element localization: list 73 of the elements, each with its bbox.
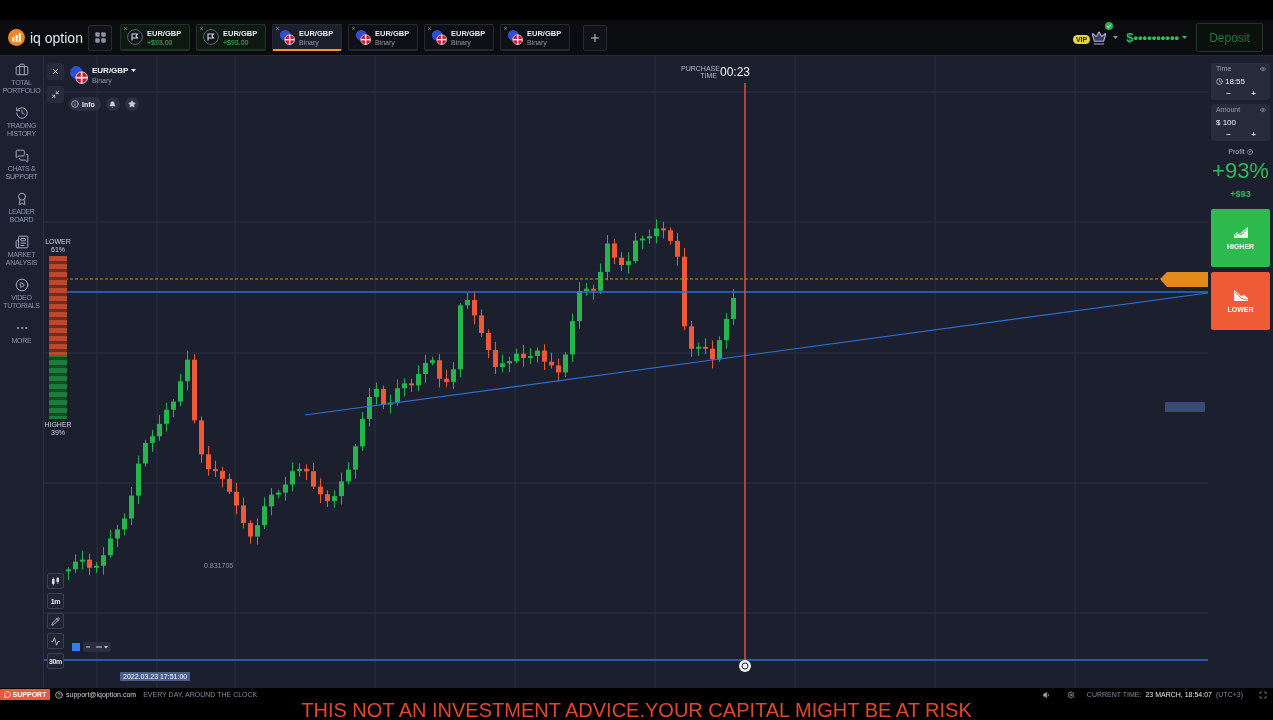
pencil-icon: [51, 616, 60, 626]
deposit-button[interactable]: Deposit: [1196, 23, 1263, 52]
close-icon[interactable]: [275, 26, 280, 31]
timer-icon: [739, 660, 751, 672]
assets-grid-button[interactable]: [88, 24, 112, 51]
candles-icon: [51, 576, 60, 586]
profit-amount: +$93: [1230, 189, 1251, 199]
history-icon: [14, 106, 29, 120]
play-icon: [14, 278, 29, 292]
chat-icon: [3, 691, 11, 698]
bell-icon: [109, 100, 117, 108]
clock-icon: [1216, 77, 1223, 85]
indicators-button[interactable]: [47, 633, 64, 649]
logo-text: iq option: [30, 29, 83, 46]
help-icon: [1246, 148, 1253, 155]
chart-type-button[interactable]: [47, 573, 64, 589]
currency-flags-icon: [431, 29, 447, 45]
favorite-button[interactable]: [124, 97, 139, 111]
chart-up-icon: [1233, 226, 1248, 238]
profit-percent: +93%: [1212, 159, 1269, 183]
briefcase-icon: [14, 63, 29, 77]
star-icon: [127, 100, 136, 108]
volume-icon[interactable]: [1042, 690, 1051, 699]
caret-icon: [131, 69, 137, 72]
increase-button[interactable]: +: [1248, 90, 1259, 98]
fullscreen-icon[interactable]: [1259, 690, 1267, 699]
color-swatch-icon[interactable]: [72, 643, 80, 651]
flag-icon: [127, 29, 143, 45]
increase-button[interactable]: +: [1248, 131, 1259, 139]
close-icon[interactable]: [123, 26, 128, 31]
caret-icon: [1182, 36, 1187, 39]
decrease-button[interactable]: −: [1223, 90, 1234, 98]
close-icon[interactable]: [351, 26, 356, 31]
chat-bubbles-icon: [14, 149, 29, 163]
disclaimer-text: THIS NOT AN INVESTMENT ADVICE.YOUR CAPITAL MIGHT BE AT RISK: [301, 701, 972, 720]
decrease-button[interactable]: −: [1223, 131, 1234, 139]
settings-icon[interactable]: [1066, 690, 1075, 699]
newspaper-icon: [14, 235, 29, 249]
eye-icon: [1260, 65, 1266, 72]
eye-icon: [1260, 106, 1266, 113]
currency-flags-icon: [279, 29, 295, 45]
alert-tag-icon: [1165, 402, 1205, 412]
close-icon[interactable]: [199, 26, 204, 31]
add-tab-button[interactable]: [583, 24, 607, 51]
close-icon: [51, 67, 60, 76]
plus-icon: [589, 31, 601, 44]
line-style-icon[interactable]: [83, 642, 111, 652]
wave-icon: [51, 636, 60, 646]
close-icon[interactable]: [427, 26, 432, 31]
balance-text[interactable]: $••••••••••: [1126, 30, 1179, 45]
currency-flags-icon: [69, 65, 88, 84]
grid-icon: [93, 31, 107, 44]
info-icon: [71, 100, 79, 108]
countdown-text: 00:23: [720, 65, 751, 80]
chart-down-icon: [1233, 289, 1248, 301]
help-icon: [55, 690, 63, 699]
collapse-icon: [51, 90, 60, 99]
field-value: 18:55: [1225, 76, 1246, 86]
crown-icon[interactable]: [1091, 29, 1108, 46]
alert-button[interactable]: [105, 97, 120, 111]
close-button[interactable]: [47, 63, 64, 80]
currency-flags-icon: [507, 29, 523, 45]
currency-flags-icon: [355, 29, 371, 45]
logo-icon: [8, 29, 25, 46]
flag-icon: [203, 29, 219, 45]
check-badge-icon: [1105, 21, 1114, 30]
caret-icon: [1113, 36, 1119, 39]
collapse-button[interactable]: [47, 86, 64, 103]
close-icon[interactable]: [503, 26, 508, 31]
asset-dropdown[interactable]: EUR/GBP: [92, 66, 137, 75]
field-value: $ 100: [1216, 117, 1237, 127]
price-tag-icon: [1160, 272, 1208, 287]
draw-button[interactable]: [47, 613, 64, 629]
